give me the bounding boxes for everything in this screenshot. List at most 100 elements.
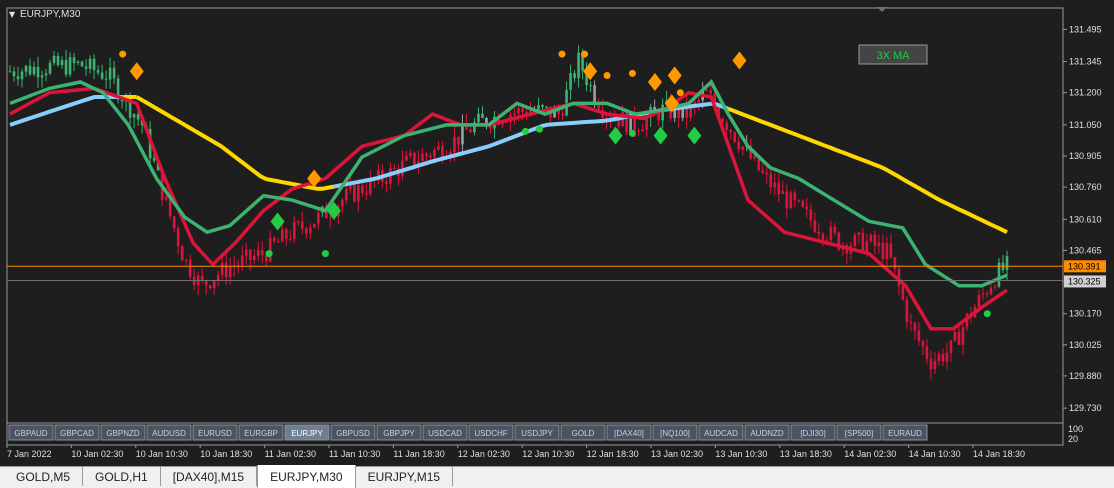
- candle: [773, 182, 777, 188]
- candle: [40, 75, 44, 78]
- candle: [92, 58, 96, 71]
- candle: [741, 146, 745, 150]
- candle: [641, 129, 644, 132]
- candle: [108, 67, 112, 80]
- candle: [833, 226, 837, 233]
- candle: [365, 193, 368, 195]
- candle: [405, 155, 408, 161]
- time-tick-label: 12 Jan 02:30: [458, 449, 510, 459]
- time-tick-label: 10 Jan 10:30: [136, 449, 188, 459]
- candle: [765, 172, 769, 175]
- candle: [317, 212, 320, 224]
- tab-eurjpy-m30[interactable]: EURJPY,M30: [257, 465, 356, 488]
- tab-gold-m5[interactable]: GOLD,M5: [4, 467, 84, 486]
- candle: [565, 89, 568, 116]
- candle: [853, 234, 857, 246]
- candle: [985, 293, 989, 295]
- candle: [357, 185, 360, 202]
- candle: [1005, 256, 1009, 271]
- candle: [813, 220, 817, 232]
- candle: [789, 192, 793, 209]
- candle: [589, 85, 592, 87]
- symbol-button-label: GBPUSD: [336, 429, 370, 438]
- symbol-button-label: AUDNZD: [750, 429, 784, 438]
- candle: [737, 141, 741, 150]
- candle: [32, 66, 36, 75]
- buy-signal-dot: [521, 127, 529, 135]
- candle: [705, 90, 708, 92]
- chart-title-arrow-icon[interactable]: ▼: [9, 10, 16, 19]
- candle: [577, 52, 580, 79]
- candle: [176, 228, 180, 247]
- candle: [76, 61, 80, 63]
- symbol-button-label: [DJI30]: [800, 429, 825, 438]
- chart-canvas[interactable]: 131.495 131.345 131.200 131.050 130.905 130.7…: [0, 0, 1114, 488]
- candle: [296, 221, 300, 223]
- candle: [725, 122, 729, 130]
- candle: [52, 55, 56, 63]
- indicator-scale-top: 100: [1068, 424, 1083, 434]
- tab-gold-h1[interactable]: GOLD,H1: [83, 467, 161, 486]
- candle: [240, 255, 244, 266]
- candle: [12, 71, 16, 77]
- indicator-scale-bottom: 20: [1068, 434, 1078, 444]
- chart-tabs-bar: GOLD,M5 GOLD,H1 [DAX40],M15 EURJPY,M30 EURJP…: [0, 465, 1114, 488]
- candle: [433, 149, 436, 158]
- candle: [204, 280, 208, 286]
- candle: [228, 267, 232, 278]
- tab-dax40-m15[interactable]: [DAX40],M15: [161, 467, 258, 486]
- candle: [44, 73, 48, 76]
- candle: [809, 209, 813, 221]
- candle: [292, 222, 296, 239]
- time-tick-label: 11 Jan 02:30: [265, 449, 316, 459]
- symbol-button-label: GOLD: [572, 429, 595, 438]
- candle: [96, 70, 100, 73]
- candle: [313, 223, 316, 228]
- candle: [24, 65, 28, 72]
- price-tick-label: 131.050: [1069, 120, 1102, 130]
- candle: [793, 192, 797, 201]
- candle: [949, 340, 953, 353]
- sell-signal-dot: [628, 69, 636, 77]
- candle: [981, 293, 985, 295]
- candle: [329, 217, 332, 219]
- candle: [817, 231, 821, 234]
- symbol-button-label: USDCHF: [474, 429, 507, 438]
- candle: [361, 185, 364, 194]
- price-tick-label: 130.465: [1069, 245, 1102, 255]
- candle: [288, 238, 292, 240]
- candle: [36, 66, 40, 78]
- candle: [925, 346, 929, 359]
- candle: [869, 234, 873, 242]
- symbol-button-label: EURUSD: [198, 429, 232, 438]
- candle: [941, 353, 945, 362]
- candle: [805, 206, 809, 210]
- sell-signal-dot: [119, 50, 127, 58]
- candle: [993, 286, 997, 288]
- candle: [541, 104, 544, 107]
- candle: [761, 170, 765, 173]
- symbol-button-label: GBPJPY: [383, 429, 415, 438]
- candle: [885, 243, 889, 260]
- candle: [861, 232, 865, 253]
- candle: [429, 155, 432, 158]
- candle: [901, 285, 905, 300]
- candle: [68, 57, 72, 75]
- candle: [513, 113, 516, 115]
- time-tick-label: 10 Jan 02:30: [71, 449, 123, 459]
- candle: [200, 275, 204, 281]
- candle: [521, 108, 524, 112]
- time-tick-label: 14 Jan 18:30: [973, 449, 1025, 459]
- candle: [353, 184, 356, 202]
- candle: [64, 60, 68, 75]
- price-tick-label: 130.025: [1069, 340, 1102, 350]
- chart-title: EURJPY,M30: [20, 9, 81, 20]
- symbol-button-label: [SP500]: [845, 429, 873, 438]
- price-tick-label: 131.495: [1069, 24, 1102, 34]
- symbol-button-label: EURJPY: [291, 429, 323, 438]
- symbol-button-label: GBPAUD: [14, 429, 47, 438]
- candle: [8, 71, 12, 73]
- time-tick-label: 13 Jan 02:30: [651, 449, 703, 459]
- candle: [781, 191, 785, 195]
- tab-eurjpy-m15[interactable]: EURJPY,M15: [356, 467, 454, 486]
